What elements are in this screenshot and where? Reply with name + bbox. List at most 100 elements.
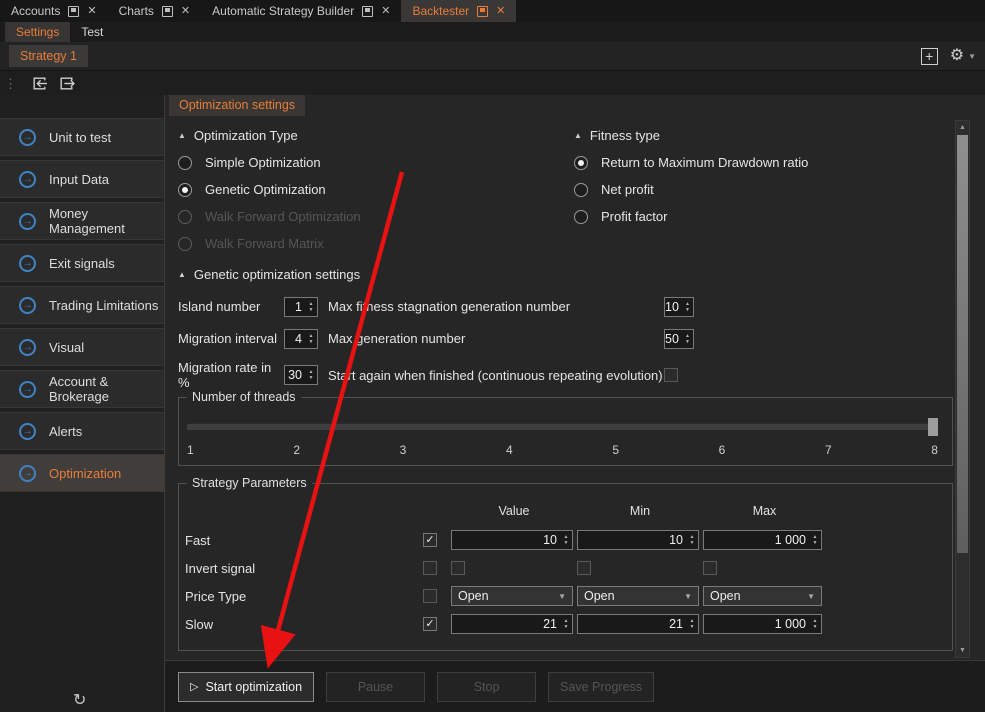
tab-optimization-settings[interactable]: Optimization settings (169, 95, 305, 116)
sidebar-item-trading-limitations[interactable]: →Trading Limitations (0, 286, 164, 324)
sidebar-item-exit-signals[interactable]: →Exit signals (0, 244, 164, 282)
start-optimization-button[interactable]: ▷Start optimization (178, 672, 314, 702)
start-again-when-finished-continuous-repeating-evolution-checkbox[interactable] (664, 368, 678, 382)
spinner-arrows[interactable]: ▲▼ (809, 531, 821, 549)
sidebar-item-alerts[interactable]: →Alerts (0, 412, 164, 450)
spin-down-icon[interactable]: ▼ (813, 625, 818, 629)
spin-down-icon[interactable]: ▼ (309, 376, 314, 380)
collapse-icon[interactable]: ▲ (178, 131, 186, 140)
price-type-min-dropdown[interactable]: Open▼ (577, 586, 699, 606)
spinner-arrows[interactable]: ▲▼ (560, 531, 572, 549)
optimization-type-option-genetic-optimization[interactable]: Genetic Optimization (178, 182, 574, 197)
radio-button[interactable] (574, 156, 588, 170)
scroll-down-icon[interactable]: ▼ (956, 644, 969, 657)
spin-up-icon[interactable]: ▲ (309, 334, 314, 338)
close-icon[interactable]: ✕ (181, 6, 190, 17)
import-strategy-icon[interactable] (30, 74, 48, 92)
spinner-arrows[interactable]: ▲▼ (809, 615, 821, 633)
export-strategy-icon[interactable] (57, 74, 75, 92)
spin-up-icon[interactable]: ▲ (564, 535, 569, 539)
fast-value-spinner[interactable]: 10▲▼ (451, 530, 573, 550)
spinner-arrows[interactable]: ▲▼ (305, 298, 317, 316)
radio-button[interactable] (178, 183, 192, 197)
optimization-type-option-walk-forward-matrix[interactable]: Walk Forward Matrix (178, 236, 574, 251)
spinner-arrows[interactable]: ▲▼ (686, 615, 698, 633)
save-icon[interactable] (477, 6, 488, 17)
spin-up-icon[interactable]: ▲ (685, 302, 690, 306)
sidebar-item-optimization[interactable]: →Optimization (0, 454, 164, 492)
migration-interval-spinner[interactable]: 4▲▼ (284, 329, 318, 349)
spin-down-icon[interactable]: ▼ (685, 340, 690, 344)
slider-track[interactable] (187, 423, 938, 430)
price-type-enable-checkbox[interactable] (423, 589, 437, 603)
doc-tab-accounts[interactable]: Accounts✕ (0, 0, 108, 22)
spin-down-icon[interactable]: ▼ (564, 541, 569, 545)
spin-down-icon[interactable]: ▼ (309, 308, 314, 312)
sidebar-item-money-management[interactable]: →Money Management (0, 202, 164, 240)
spin-down-icon[interactable]: ▼ (685, 308, 690, 312)
invert-signal-min-checkbox[interactable] (577, 561, 591, 575)
settings-gear-button[interactable]: ⚙ ▼ (950, 48, 976, 64)
scroll-up-icon[interactable]: ▲ (956, 121, 969, 134)
slow-value-spinner[interactable]: 21▲▼ (451, 614, 573, 634)
spinner-arrows[interactable]: ▲▼ (682, 330, 693, 348)
invert-signal-max-checkbox[interactable] (703, 561, 717, 575)
spin-up-icon[interactable]: ▲ (564, 619, 569, 623)
fast-enable-checkbox[interactable] (423, 533, 437, 547)
price-type-value-dropdown[interactable]: Open▼ (451, 586, 573, 606)
sidebar-item-visual[interactable]: →Visual (0, 328, 164, 366)
collapse-icon[interactable]: ▲ (178, 270, 186, 279)
fitness-type-option-net-profit[interactable]: Net profit (574, 182, 953, 197)
add-strategy-icon[interactable]: + (921, 48, 938, 65)
spin-up-icon[interactable]: ▲ (813, 619, 818, 623)
spinner-arrows[interactable]: ▲▼ (305, 330, 317, 348)
spin-up-icon[interactable]: ▲ (309, 370, 314, 374)
slow-max-spinner[interactable]: 1 000▲▼ (703, 614, 822, 634)
spinner-arrows[interactable]: ▲▼ (560, 615, 572, 633)
spin-up-icon[interactable]: ▲ (813, 535, 818, 539)
sub-tab-settings[interactable]: Settings (5, 22, 70, 42)
slow-enable-checkbox[interactable] (423, 617, 437, 631)
price-type-max-dropdown[interactable]: Open▼ (703, 586, 822, 606)
save-icon[interactable] (362, 6, 373, 17)
radio-button[interactable] (574, 183, 588, 197)
spin-down-icon[interactable]: ▼ (690, 541, 695, 545)
spin-up-icon[interactable]: ▲ (685, 334, 690, 338)
radio-button[interactable] (574, 210, 588, 224)
doc-tab-automatic-strategy-builder[interactable]: Automatic Strategy Builder✕ (201, 0, 401, 22)
max-fitness-stagnation-generation-number-spinner[interactable]: 10▲▼ (664, 297, 694, 317)
max-generation-number-spinner[interactable]: 50▲▼ (664, 329, 694, 349)
migration-rate-in-spinner[interactable]: 30▲▼ (284, 365, 318, 385)
spin-up-icon[interactable]: ▲ (309, 302, 314, 306)
sub-tab-test[interactable]: Test (70, 22, 114, 42)
toolbar-grip-handle[interactable]: ⋮ (4, 77, 17, 90)
fast-min-spinner[interactable]: 10▲▼ (577, 530, 699, 550)
close-icon[interactable]: ✕ (381, 6, 390, 17)
collapse-icon[interactable]: ▲ (574, 131, 582, 140)
spinner-arrows[interactable]: ▲▼ (686, 531, 698, 549)
fitness-type-option-return-to-maximum-drawdown-ratio[interactable]: Return to Maximum Drawdown ratio (574, 155, 953, 170)
close-icon[interactable]: ✕ (87, 6, 96, 17)
sidebar-item-input-data[interactable]: →Input Data (0, 160, 164, 198)
optimization-type-option-walk-forward-optimization[interactable]: Walk Forward Optimization (178, 209, 574, 224)
spin-down-icon[interactable]: ▼ (564, 625, 569, 629)
close-icon[interactable]: ✕ (496, 6, 505, 17)
slider-thumb[interactable] (928, 418, 938, 436)
spinner-arrows[interactable]: ▲▼ (682, 298, 693, 316)
vertical-scrollbar[interactable]: ▲ ▼ (955, 120, 970, 658)
radio-button[interactable] (178, 156, 192, 170)
fitness-type-option-profit-factor[interactable]: Profit factor (574, 209, 953, 224)
spin-up-icon[interactable]: ▲ (690, 619, 695, 623)
invert-signal-enable-checkbox[interactable] (423, 561, 437, 575)
doc-tab-charts[interactable]: Charts✕ (108, 0, 202, 22)
spin-down-icon[interactable]: ▼ (309, 340, 314, 344)
fast-max-spinner[interactable]: 1 000▲▼ (703, 530, 822, 550)
slow-min-spinner[interactable]: 21▲▼ (577, 614, 699, 634)
spinner-arrows[interactable]: ▲▼ (305, 366, 317, 384)
sidebar-item-unit-to-test[interactable]: →Unit to test (0, 118, 164, 156)
scrollbar-thumb[interactable] (957, 135, 968, 553)
spin-up-icon[interactable]: ▲ (690, 535, 695, 539)
spin-down-icon[interactable]: ▼ (690, 625, 695, 629)
doc-tab-backtester[interactable]: Backtester✕ (401, 0, 516, 22)
optimization-type-option-simple-optimization[interactable]: Simple Optimization (178, 155, 574, 170)
